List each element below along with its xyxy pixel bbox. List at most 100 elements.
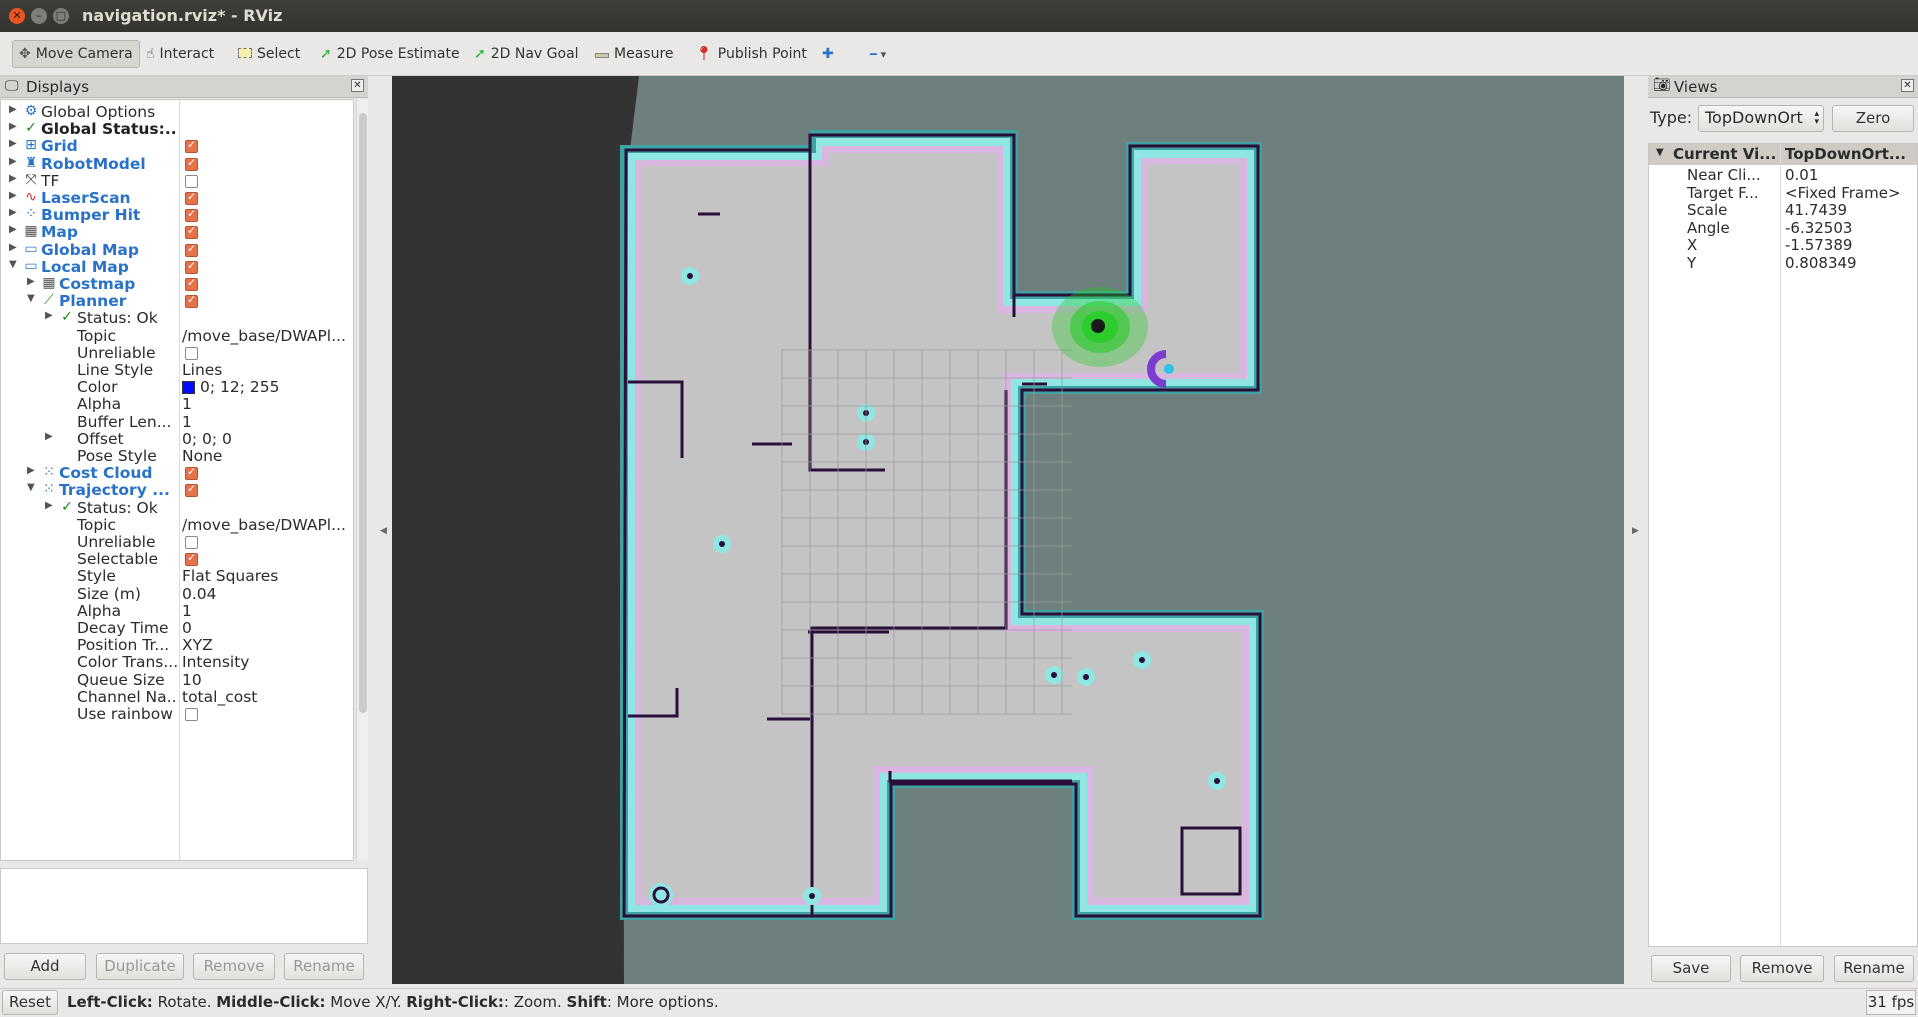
displays-tree[interactable]: ▶ ⚙ Global Options ▶ ✓ Global Status:... ▶ ⊞ Gri… [0, 99, 354, 861]
status-ok-icon: ✓ [25, 120, 37, 137]
view-property-value[interactable]: 41.7439 [1785, 201, 1847, 219]
expand-arrow-icon[interactable]: ▶ [9, 207, 17, 218]
expand-arrow-icon[interactable]: ▶ [9, 104, 17, 115]
enable-checkbox[interactable] [185, 708, 198, 721]
view-property-row[interactable]: X -1.57389 [1649, 236, 1917, 254]
views-title: Views [1674, 78, 1718, 96]
add-display-button[interactable]: Add [4, 953, 86, 980]
current-view-name: Current Vi... [1673, 145, 1777, 163]
tool-bar: ✥ Move Camera ☝ Interact Select ➚ 2D Pos… [0, 32, 1918, 76]
tool-publish-point[interactable]: 📍︎ Publish Point [695, 40, 807, 68]
view-property-name: Target F... [1687, 183, 1759, 202]
views-property-tree[interactable]: ▼ Current Vi... TopDownOrt... Near Cli..… [1648, 143, 1918, 947]
render-viewport[interactable] [392, 76, 1624, 984]
maximize-window-button[interactable]: □ [53, 8, 69, 24]
expand-arrow-icon[interactable]: ▶ [9, 190, 17, 201]
interact-icon: ☝ [146, 46, 155, 62]
minimize-window-button[interactable]: – [31, 8, 47, 24]
close-icon[interactable]: ✕ [1901, 79, 1914, 92]
laser-scan-icon: ∿ [25, 189, 37, 205]
chevron-down-icon: ▾ [880, 47, 887, 61]
view-property-row[interactable]: Scale 41.7439 [1649, 201, 1917, 219]
save-view-button[interactable]: Save [1651, 955, 1731, 982]
reset-button[interactable]: Reset [2, 990, 58, 1015]
enable-checkbox[interactable] [185, 224, 198, 240]
collapse-right-arrow-icon[interactable]: ▶ [1632, 526, 1639, 536]
enable-checkbox[interactable] [185, 465, 198, 481]
color-swatch[interactable] [182, 381, 195, 395]
enable-checkbox[interactable] [185, 207, 198, 223]
expand-arrow-icon[interactable]: ▶ [9, 156, 17, 167]
current-view-row[interactable]: ▼ Current Vi... TopDownOrt... [1649, 144, 1917, 165]
expand-arrow-icon[interactable]: ▶ [45, 500, 53, 511]
rename-display-button[interactable]: Rename [284, 953, 364, 980]
spin-arrows-icon: ▴ ▾ [1814, 109, 1819, 127]
expand-arrow-icon[interactable]: ▶ [45, 310, 53, 321]
collapse-arrow-icon[interactable]: ▼ [9, 259, 17, 270]
tf-icon: ⤧ [25, 171, 37, 188]
close-icon[interactable]: ✕ [351, 79, 364, 92]
remove-tool-button[interactable]: ━ ▾ [870, 40, 886, 68]
view-property-name: Near Cli... [1687, 166, 1761, 184]
enable-checkbox[interactable] [185, 259, 198, 274]
display-row[interactable]: Use rainbow [1, 704, 353, 725]
view-property-value[interactable]: -6.32503 [1785, 219, 1852, 237]
point-cloud-icon: ⁙ [43, 481, 55, 498]
tool-move-camera[interactable]: ✥ Move Camera [12, 40, 140, 68]
collapse-arrow-icon[interactable]: ▼ [27, 482, 35, 493]
tool-interact[interactable]: ☝ Interact [146, 40, 214, 68]
zero-view-button[interactable]: Zero [1832, 105, 1914, 132]
remove-display-button[interactable]: Remove [193, 953, 275, 980]
enable-checkbox[interactable] [185, 190, 198, 205]
tool-2d-nav-goal[interactable]: ➚ 2D Nav Goal [474, 40, 579, 68]
enable-checkbox[interactable] [185, 482, 198, 498]
hint-text: : Zoom. [503, 993, 567, 1011]
expand-arrow-icon[interactable]: ▶ [9, 121, 17, 132]
collapse-left-arrow-icon[interactable]: ◀ [380, 526, 387, 536]
tool-label: Select [257, 46, 301, 62]
enable-checkbox[interactable] [185, 293, 198, 309]
close-window-button[interactable]: ✕ [9, 8, 25, 24]
view-property-value[interactable]: -1.57389 [1785, 236, 1852, 254]
enable-checkbox[interactable] [185, 156, 198, 171]
enable-checkbox[interactable] [185, 551, 198, 567]
view-property-value[interactable]: 0.01 [1785, 166, 1818, 184]
view-property-row[interactable]: Target F... <Fixed Frame> [1649, 183, 1917, 202]
view-property-value[interactable]: <Fixed Frame> [1785, 184, 1901, 202]
scrollbar-thumb[interactable] [359, 113, 367, 713]
window-title: navigation.rviz* - RViz [82, 6, 283, 25]
expand-arrow-icon[interactable]: ▶ [27, 465, 35, 476]
displays-scrollbar[interactable] [356, 99, 368, 861]
remove-view-button[interactable]: Remove [1740, 955, 1824, 982]
enable-checkbox[interactable] [185, 536, 198, 549]
enable-checkbox[interactable] [185, 138, 198, 154]
expand-arrow-icon[interactable]: ▶ [9, 224, 17, 235]
expand-arrow-icon[interactable]: ▶ [9, 242, 17, 253]
unknown-region [392, 76, 639, 984]
duplicate-display-button[interactable]: Duplicate [96, 953, 184, 980]
enable-checkbox[interactable] [185, 276, 198, 291]
collapse-arrow-icon[interactable]: ▼ [27, 293, 35, 304]
rename-view-button[interactable]: Rename [1834, 955, 1914, 982]
hint-text: Rotate. [152, 993, 217, 1011]
tool-select[interactable]: Select [238, 40, 300, 68]
enable-checkbox[interactable] [185, 174, 198, 188]
display-label: Use rainbow [77, 705, 173, 723]
add-tool-button[interactable]: ✚ [822, 40, 834, 68]
tool-measure[interactable]: Measure [595, 40, 674, 68]
view-property-row[interactable]: Near Cli... 0.01 [1649, 166, 1917, 184]
hint-key: Right-Click: [406, 993, 504, 1011]
expand-arrow-icon[interactable]: ▶ [45, 431, 53, 442]
view-property-row[interactable]: Y 0.808349 [1649, 254, 1917, 272]
view-property-row[interactable]: Angle -6.32503 [1649, 219, 1917, 237]
view-type-select[interactable]: TopDownOrt ▴ ▾ [1698, 105, 1824, 132]
expand-arrow-icon[interactable]: ▶ [9, 138, 17, 149]
robot-model [1091, 319, 1105, 333]
expand-arrow-icon[interactable]: ▶ [27, 276, 35, 287]
enable-checkbox[interactable] [185, 242, 198, 257]
expand-arrow-icon[interactable]: ▶ [9, 173, 17, 184]
view-property-value[interactable]: 0.808349 [1785, 254, 1857, 272]
tool-2d-pose-estimate[interactable]: ➚ 2D Pose Estimate [320, 40, 460, 68]
folder-icon: ▭ [24, 240, 38, 257]
enable-checkbox[interactable] [185, 346, 198, 360]
